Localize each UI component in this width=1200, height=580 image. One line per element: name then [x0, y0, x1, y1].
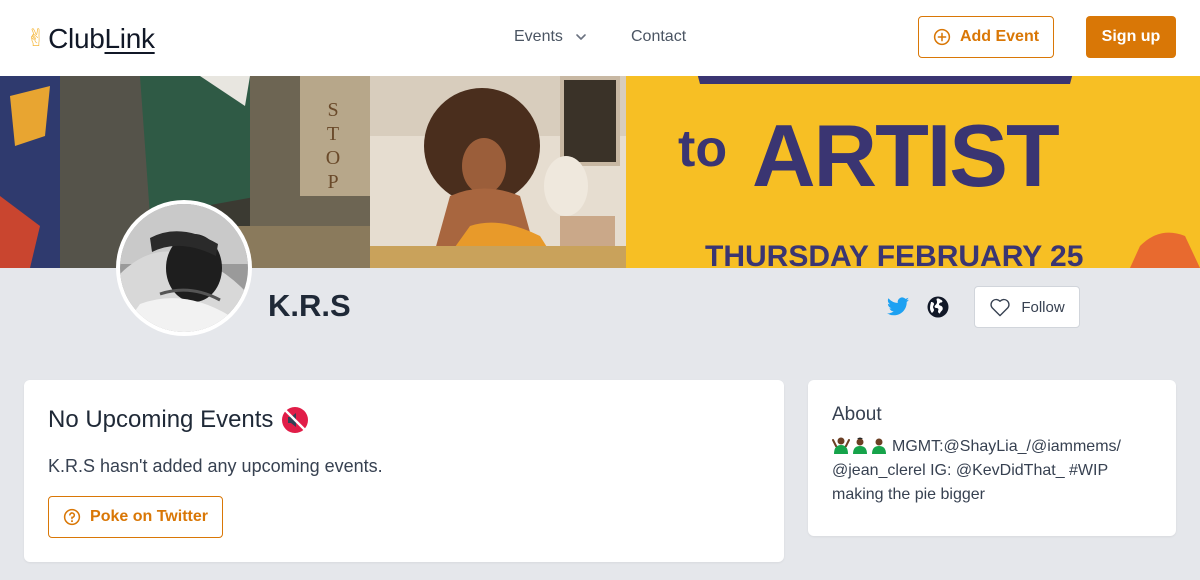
events-empty-message: K.R.S hasn't added any upcoming events. — [48, 456, 383, 476]
profile-avatar — [116, 200, 252, 336]
bio-emoji-group — [832, 436, 888, 454]
events-card: No Upcoming Events K.R.S hasn't added an… — [24, 380, 784, 562]
events-heading: No Upcoming Events — [48, 406, 309, 434]
poke-on-twitter-button[interactable]: Poke on Twitter — [48, 496, 223, 538]
about-card: About MGMT:@ShayLia_/@iammems/ @jean_cle… — [808, 380, 1176, 536]
sign-up-button[interactable]: Sign up — [1086, 16, 1176, 58]
sign-up-label: Sign up — [1101, 28, 1161, 45]
muted-speaker-icon — [282, 407, 309, 433]
events-dropdown[interactable]: Events — [514, 24, 587, 50]
add-event-button[interactable]: Add Event — [918, 16, 1054, 58]
heart-outline-icon — [990, 298, 1010, 317]
events-title-text: No Upcoming Events — [48, 406, 274, 433]
person-shrugging-icon — [851, 436, 869, 454]
logo-text-underlined: Link — [104, 23, 155, 54]
chevron-down-icon — [576, 34, 586, 40]
svg-text:O: O — [326, 147, 340, 169]
peace-hand-icon: ✌ — [26, 25, 47, 52]
follow-button[interactable]: Follow — [974, 286, 1080, 328]
logo-text: ClubLink — [48, 25, 155, 53]
svg-text:P: P — [327, 171, 338, 193]
poster-artist-text: ARTIST — [752, 106, 1059, 205]
contact-link[interactable]: Contact — [631, 24, 686, 50]
logo-text-prefix: Club — [48, 23, 105, 54]
follow-label: Follow — [1021, 298, 1065, 316]
question-circle-icon — [63, 508, 81, 526]
person-icon — [870, 436, 888, 454]
clublink-logo[interactable]: ✌ ClubLink — [26, 22, 155, 56]
profile-name: K.R.S — [268, 288, 351, 323]
poster-to-text: to — [678, 120, 727, 178]
poster-date-text: THURSDAY FEBRUARY 25 — [705, 240, 1083, 268]
about-heading: About — [832, 404, 882, 425]
plus-circle-icon — [933, 28, 951, 46]
add-event-label: Add Event — [959, 28, 1040, 45]
twitter-icon[interactable] — [886, 295, 910, 319]
svg-text:T: T — [327, 123, 339, 145]
globe-icon[interactable] — [926, 295, 950, 319]
poke-label: Poke on Twitter — [90, 508, 208, 525]
banner-sign-s: S — [327, 99, 338, 121]
about-bio: MGMT:@ShayLia_/@iammems/ @jean_clerel IG… — [832, 435, 1152, 507]
avatar-photo — [120, 204, 248, 332]
contact-label: Contact — [631, 28, 687, 45]
events-nav-label: Events — [514, 28, 563, 45]
person-gesturing-icon — [832, 436, 850, 454]
top-navbar: ✌ ClubLink Events Contact Add Event Sign… — [0, 0, 1200, 76]
